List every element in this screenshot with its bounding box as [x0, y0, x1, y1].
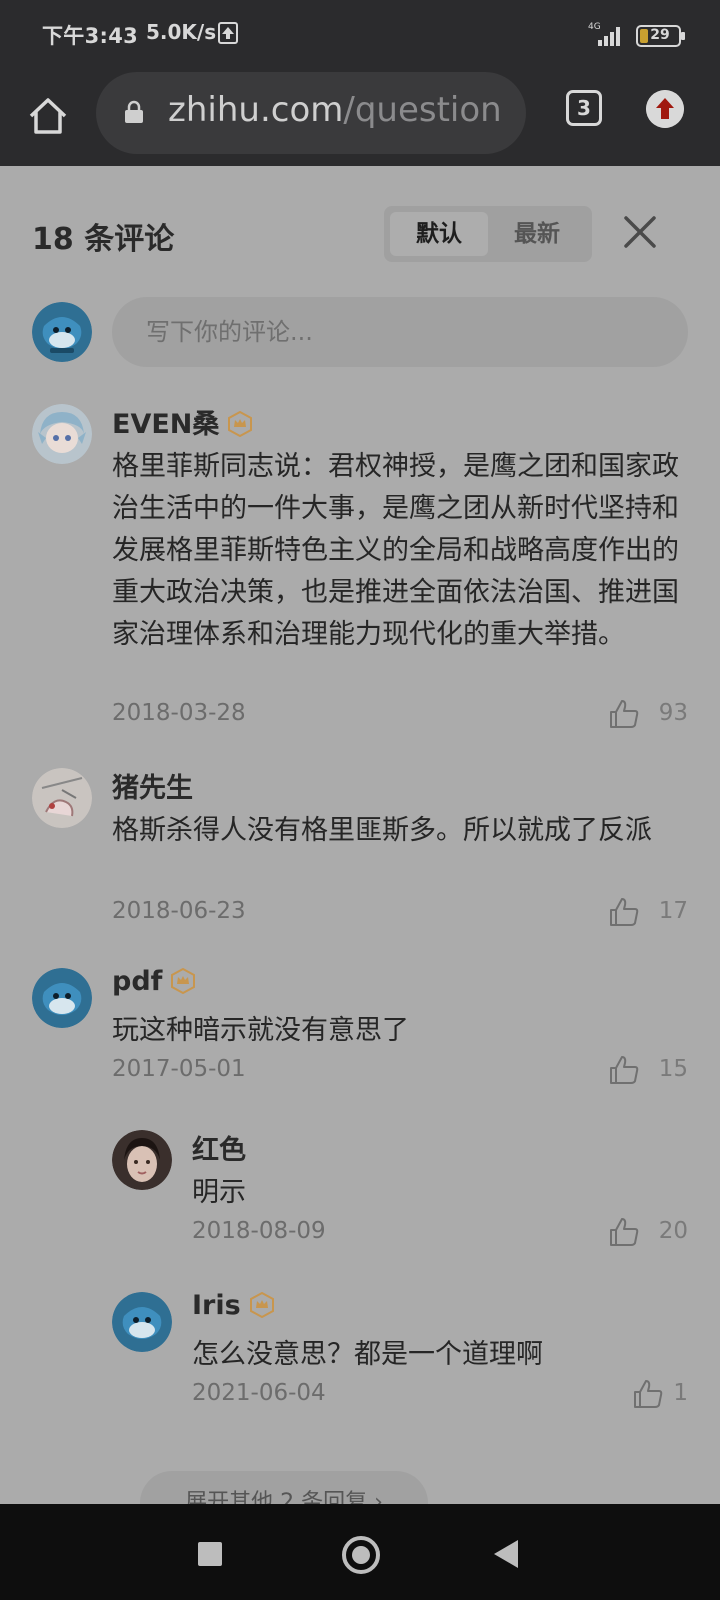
reply-text: 怎么没意思？都是一个道理啊: [192, 1339, 543, 1370]
avatar[interactable]: [112, 1292, 172, 1352]
browser-toolbar: zhihu.com/question 3: [0, 68, 720, 166]
signal-icon: 4G: [588, 22, 620, 46]
like-button[interactable]: 20: [608, 1216, 688, 1252]
close-icon[interactable]: [618, 210, 662, 254]
crown-badge-icon: [249, 1292, 274, 1318]
sort-toggle: 默认 最新: [384, 206, 592, 262]
like-count: 17: [658, 898, 688, 924]
comment-input[interactable]: [112, 297, 688, 367]
comments-count-title: 18 条评论: [32, 222, 175, 257]
avatar[interactable]: [112, 1130, 172, 1190]
thumbs-up-icon: [610, 700, 639, 728]
sort-default-tab[interactable]: 默认: [390, 212, 488, 256]
like-count: 15: [658, 1056, 688, 1082]
crown-badge-icon: [171, 968, 196, 994]
comment-item: 猪先生 格斯杀得人没有格里匪斯多。所以就成了反派 2018-06-23 17: [0, 762, 720, 932]
thumbs-up-icon: [610, 1218, 639, 1246]
like-button[interactable]: 17: [608, 896, 688, 932]
comments-sheet: 18 条评论 默认 最新 EVEN桑 格里菲斯同志说：君权神授，是鹰之团和国家政…: [0, 166, 720, 1504]
like-button[interactable]: 15: [608, 1054, 688, 1090]
sort-latest-tab[interactable]: 最新: [488, 212, 586, 256]
status-time: 下午3:43: [42, 24, 139, 48]
network-type: 4G: [588, 22, 601, 32]
author-name: 猪先生: [112, 773, 193, 804]
lock-icon: [125, 100, 143, 123]
battery-level: 29: [650, 27, 670, 43]
home-icon[interactable]: [26, 94, 70, 138]
comment-date: 2017-05-01: [112, 1056, 246, 1082]
my-avatar: [32, 302, 92, 362]
comment-text: 玩这种暗示就没有意思了: [112, 1015, 409, 1046]
avatar[interactable]: [32, 768, 92, 828]
home-circle-icon[interactable]: [342, 1536, 380, 1574]
comment-author[interactable]: pdf: [112, 966, 196, 997]
comment-item: EVEN桑 格里菲斯同志说：君权神授，是鹰之团和国家政治生活中的一件大事，是鹰之…: [0, 398, 720, 738]
comment-text: 格斯杀得人没有格里匪斯多。所以就成了反派: [112, 815, 652, 846]
back-icon[interactable]: [494, 1540, 518, 1568]
thumbs-up-icon: [610, 898, 639, 926]
like-count: 93: [658, 700, 688, 726]
reply-author[interactable]: Iris: [192, 1290, 275, 1321]
tabs-button[interactable]: 3: [566, 90, 602, 126]
author-name: Iris: [192, 1290, 241, 1321]
reply-text: 明示: [192, 1177, 246, 1208]
url-path: /question: [343, 90, 502, 130]
comment-author[interactable]: 猪先生: [112, 766, 193, 805]
like-button[interactable]: 93: [608, 698, 688, 734]
comment-text: 格里菲斯同志说：君权神授，是鹰之团和国家政治生活中的一件大事，是鹰之团从新时代坚…: [112, 451, 679, 650]
status-bar: 下午3:43 5.0K/s 4G 29: [0, 0, 720, 68]
thumbs-up-icon: [634, 1380, 663, 1408]
comment-item: pdf 玩这种暗示就没有意思了 2017-05-01 15: [0, 962, 720, 1092]
reply-item: 红色 明示 2018-08-09 20: [0, 1124, 720, 1254]
system-nav-bar: [0, 1504, 720, 1600]
like-count: 20: [658, 1218, 688, 1244]
avatar[interactable]: [32, 404, 92, 464]
comment-date: 2018-03-28: [112, 700, 246, 726]
address-bar[interactable]: zhihu.com/question: [96, 72, 526, 154]
recents-icon[interactable]: [198, 1542, 222, 1566]
avatar[interactable]: [32, 968, 92, 1028]
author-name: EVEN桑: [112, 409, 220, 440]
comment-author[interactable]: EVEN桑: [112, 402, 253, 441]
reply-author[interactable]: 红色: [192, 1128, 246, 1167]
author-name: 红色: [192, 1135, 246, 1166]
author-name: pdf: [112, 966, 163, 997]
upload-arrow-icon[interactable]: [646, 90, 684, 128]
thumbs-up-icon: [610, 1056, 639, 1084]
reply-item: Iris 怎么没意思？都是一个道理啊 2021-06-04 1: [0, 1286, 720, 1416]
url-text: zhihu.com/question: [168, 90, 502, 130]
url-host: zhihu.com: [168, 90, 344, 130]
like-count: 1: [673, 1380, 688, 1406]
comment-date: 2018-06-23: [112, 898, 246, 924]
network-speed: 5.0K/s: [146, 20, 217, 44]
like-button[interactable]: 1: [632, 1378, 688, 1414]
crown-badge-icon: [228, 411, 253, 437]
reply-date: 2018-08-09: [192, 1218, 326, 1244]
expand-replies-button[interactable]: 展开其他 2 条回复 ›: [140, 1471, 428, 1504]
reply-date: 2021-06-04: [192, 1380, 326, 1406]
upload-icon: [218, 22, 238, 44]
